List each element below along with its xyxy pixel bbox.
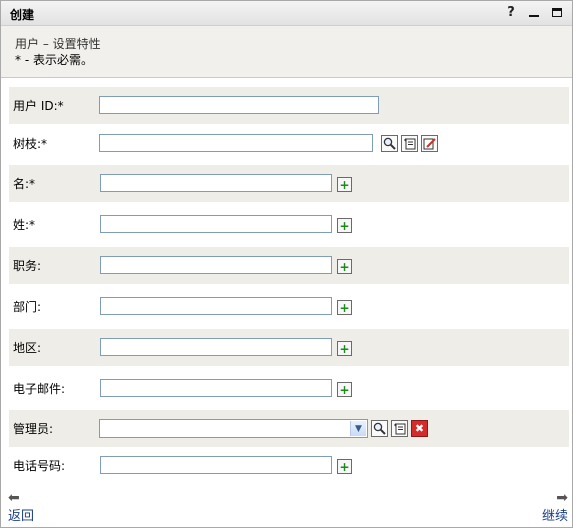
magnifier-icon <box>383 137 396 150</box>
history-list-icon <box>404 138 416 150</box>
row-first-name: 名:* + <box>9 165 569 202</box>
row-manager: 管理员: ▼ ✖ <box>9 410 569 447</box>
label-manager: 管理员: <box>13 422 54 436</box>
history-list-icon <box>394 423 406 435</box>
phone-input[interactable] <box>100 456 332 474</box>
container-edit-button[interactable] <box>421 135 438 152</box>
row-email: 电子邮件: + <box>9 370 569 407</box>
help-icon[interactable]: ? <box>504 5 518 20</box>
label-first-name: 名:* <box>13 177 36 191</box>
row-department: 部门: + <box>9 288 569 325</box>
required-note: * - 表示必需。 <box>15 53 93 67</box>
edit-pencil-icon <box>423 138 436 150</box>
last-name-input[interactable] <box>100 215 332 233</box>
continue-label: 继续 <box>541 509 568 524</box>
back-label: 返回 <box>8 509 35 524</box>
label-title: 职务: <box>13 259 42 273</box>
department-input[interactable] <box>100 297 332 315</box>
label-email: 电子邮件: <box>13 382 66 396</box>
back-link[interactable]: ⬅ 返回 <box>8 491 34 524</box>
row-title: 职务: + <box>9 247 569 284</box>
title-input[interactable] <box>100 256 332 274</box>
add-last-name-button[interactable]: + <box>337 218 352 233</box>
label-department: 部门: <box>13 300 42 314</box>
window-title: 创建 <box>10 8 35 22</box>
arrow-left-icon: ⬅ <box>8 490 20 506</box>
add-email-button[interactable]: + <box>337 382 352 397</box>
row-phone: 电话号码: + <box>9 447 569 484</box>
container-search-button[interactable] <box>381 135 398 152</box>
first-name-input[interactable] <box>100 174 332 192</box>
location-input[interactable] <box>100 338 332 356</box>
row-last-name: 姓:* + <box>9 206 569 243</box>
minimize-icon[interactable] <box>527 5 541 19</box>
continue-link[interactable]: ➡ 继续 <box>542 491 568 524</box>
breadcrumb: 用户 – 设置特性 <box>15 37 101 51</box>
manager-select[interactable]: ▼ <box>99 419 368 438</box>
window-controls: ? <box>504 5 564 20</box>
label-last-name: 姓:* <box>13 218 36 232</box>
create-user-window: 创建 ? 用户 – 设置特性 * - 表示必需。 用户 ID:* 树枝:* 名:… <box>0 0 573 528</box>
row-user-id: 用户 ID:* <box>9 87 569 124</box>
label-phone: 电话号码: <box>13 459 66 473</box>
row-container: 树枝:* <box>9 125 569 162</box>
row-location: 地区: + <box>9 329 569 366</box>
label-user-id: 用户 ID:* <box>13 99 64 113</box>
maximize-icon[interactable] <box>550 5 564 19</box>
chevron-down-icon[interactable]: ▼ <box>350 421 366 436</box>
add-phone-button[interactable]: + <box>337 459 352 474</box>
container-history-button[interactable] <box>401 135 418 152</box>
manager-search-button[interactable] <box>371 420 388 437</box>
add-location-button[interactable]: + <box>337 341 352 356</box>
user-id-input[interactable] <box>99 96 379 114</box>
add-department-button[interactable]: + <box>337 300 352 315</box>
form-footer: ⬅ 返回 ➡ 继续 <box>1 489 572 527</box>
label-container: 树枝:* <box>13 137 48 151</box>
add-title-button[interactable]: + <box>337 259 352 274</box>
magnifier-icon <box>373 422 386 435</box>
container-input[interactable] <box>99 134 373 152</box>
manager-history-button[interactable] <box>391 420 408 437</box>
add-first-name-button[interactable]: + <box>337 177 352 192</box>
email-input[interactable] <box>100 379 332 397</box>
window-titlebar: 创建 ? <box>1 1 572 26</box>
label-location: 地区: <box>13 341 42 355</box>
arrow-right-icon: ➡ <box>556 490 568 506</box>
manager-clear-button[interactable]: ✖ <box>411 420 428 437</box>
form-header: 用户 – 设置特性 * - 表示必需。 <box>1 26 572 78</box>
